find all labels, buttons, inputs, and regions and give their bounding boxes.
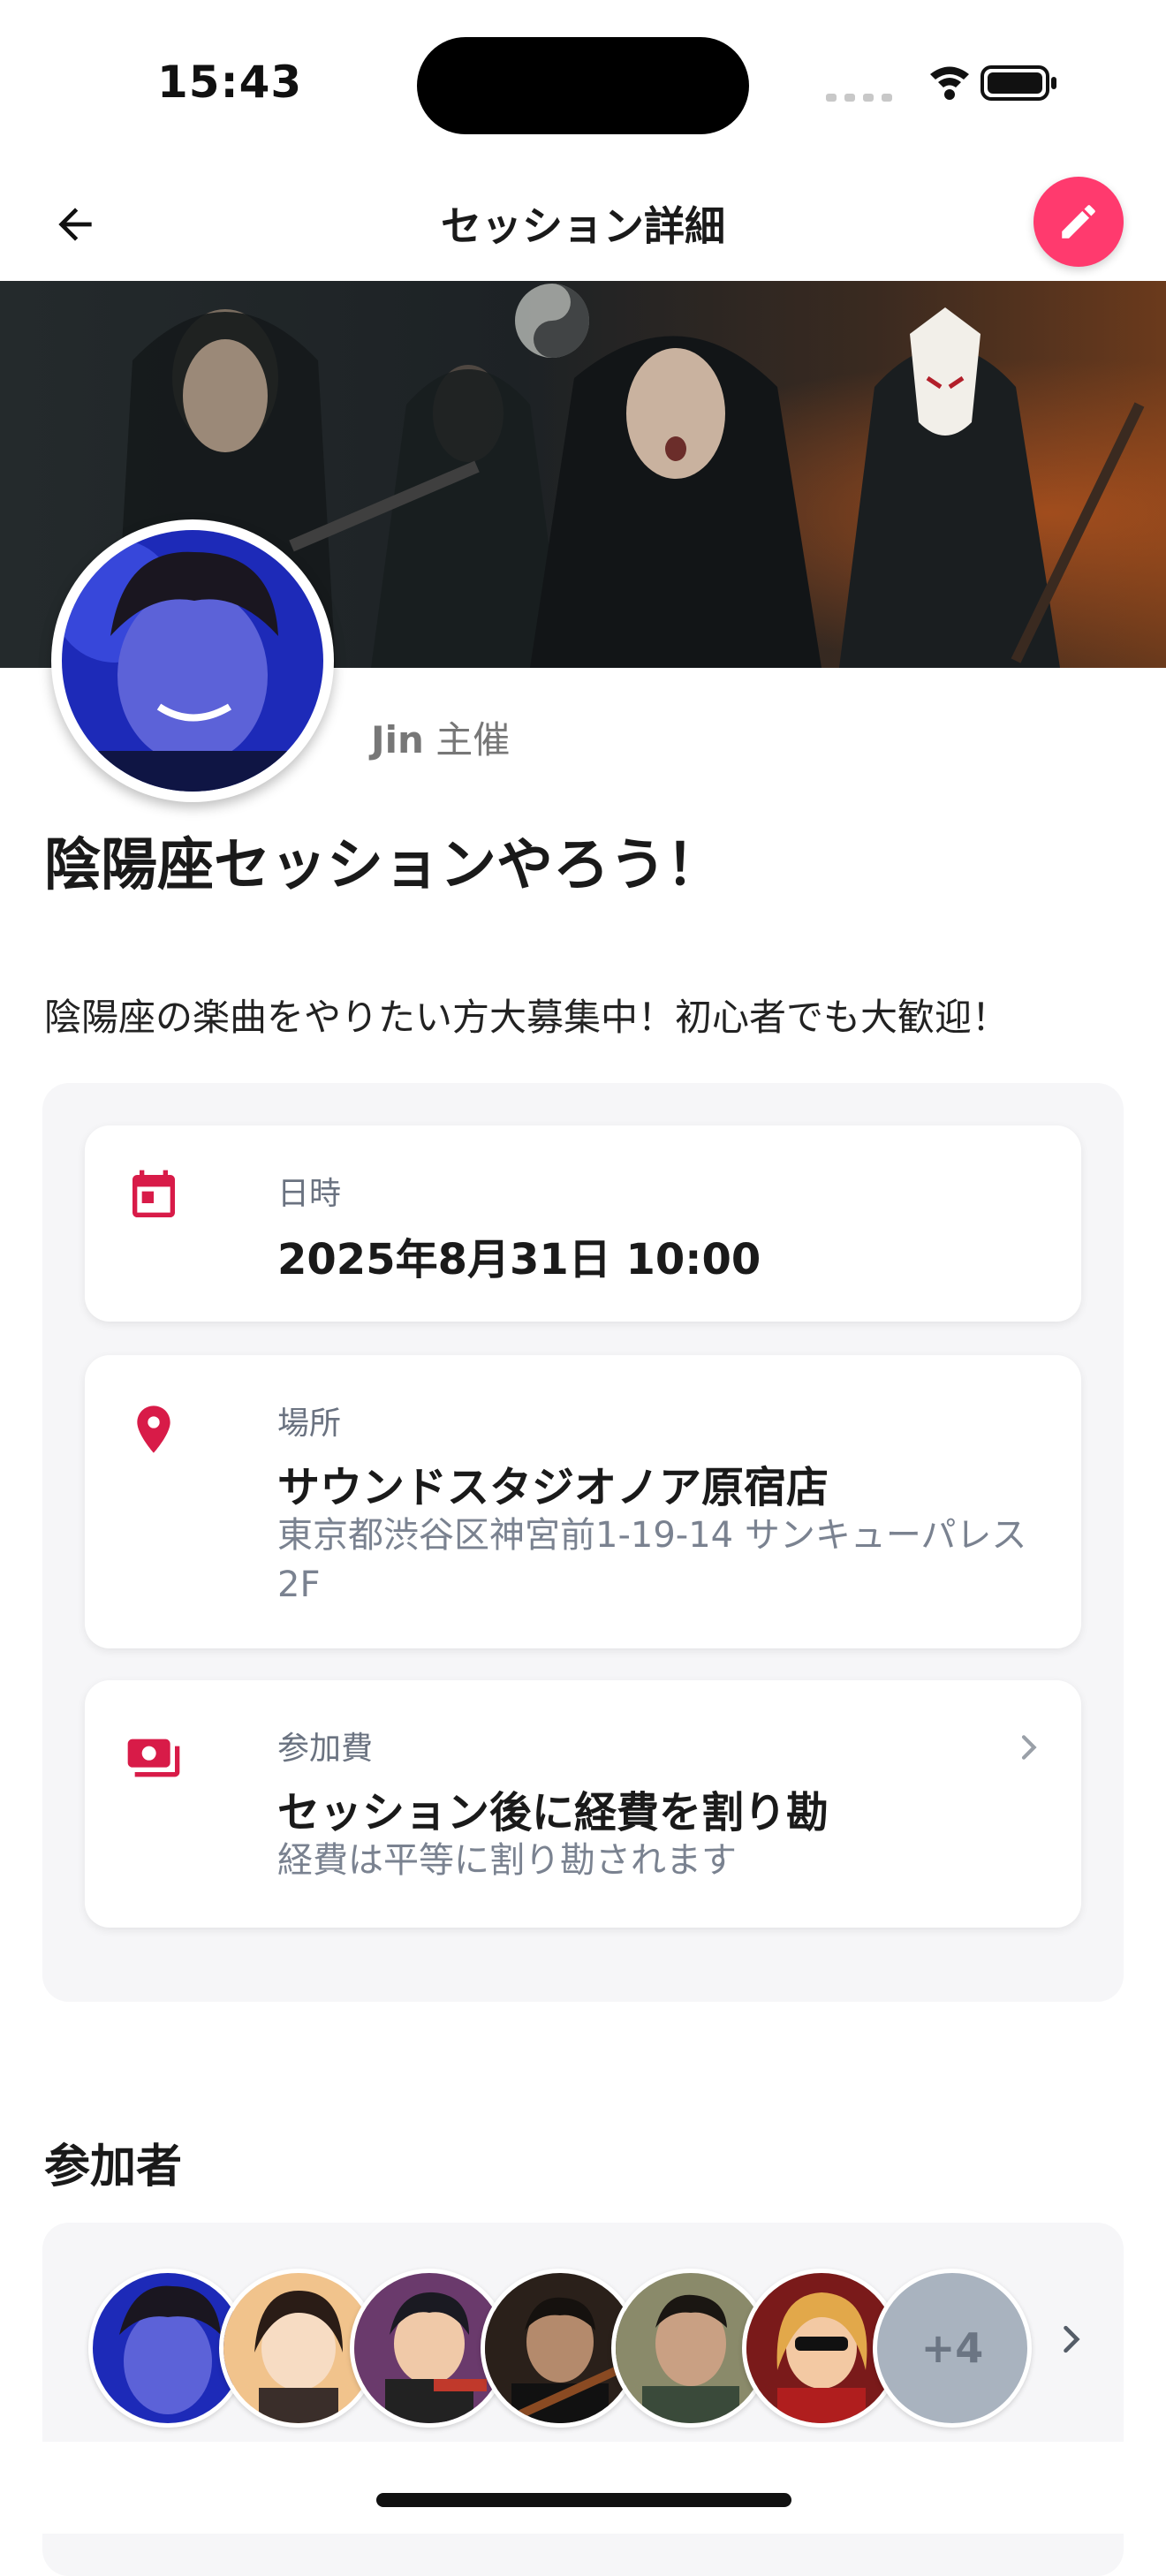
more-participants-badge[interactable]: +4 bbox=[873, 2269, 1032, 2428]
chevron-right-icon bbox=[1064, 2325, 1080, 2353]
money-icon bbox=[127, 1739, 180, 1777]
chevron-right-icon bbox=[1021, 1735, 1037, 1760]
datetime-card: 日時 2025年8月31日 10:00 bbox=[85, 1125, 1081, 1322]
fee-label: 参加費 bbox=[277, 1731, 374, 1767]
datetime-value: 2025年8月31日 10:00 bbox=[277, 1235, 761, 1284]
host-avatar-image bbox=[62, 530, 323, 792]
participant-avatars: +4 bbox=[88, 2269, 1060, 2428]
session-info-panel: 日時 2025年8月31日 10:00 場所 サウンドスタジオノア原宿店 東京都… bbox=[42, 1083, 1124, 2002]
host-suffix: 主催 bbox=[435, 718, 511, 761]
host-label: Jin 主催 bbox=[371, 710, 510, 764]
bottom-safe-area bbox=[0, 2442, 1166, 2534]
calendar-icon bbox=[132, 1170, 175, 1217]
status-icons bbox=[826, 65, 1056, 102]
status-bar: 15:43 bbox=[0, 0, 1166, 168]
session-description: 陰陽座の楽曲をやりたい方大募集中！初心者でも大歓迎！ bbox=[44, 996, 1010, 1039]
location-name: サウンドスタジオノア原宿店 bbox=[277, 1463, 829, 1512]
participants-title: 参加者 bbox=[44, 2140, 183, 2193]
signal-icon bbox=[826, 94, 892, 102]
location-label: 場所 bbox=[277, 1405, 342, 1442]
host-avatar[interactable] bbox=[51, 519, 334, 802]
home-indicator[interactable] bbox=[376, 2493, 791, 2507]
map-pin-icon bbox=[137, 1405, 170, 1453]
wifi-icon bbox=[930, 66, 969, 100]
nav-bar: セッション詳細 bbox=[0, 168, 1166, 283]
pencil-icon bbox=[1062, 205, 1095, 239]
location-address: 東京都渋谷区神宮前1-19-14 サンキューパレス2F bbox=[277, 1515, 1027, 1605]
battery-icon bbox=[980, 65, 1056, 101]
edit-button[interactable] bbox=[1034, 177, 1124, 267]
page-title: セッション詳細 bbox=[441, 202, 725, 250]
location-card[interactable]: 場所 サウンドスタジオノア原宿店 東京都渋谷区神宮前1-19-14 サンキューパ… bbox=[85, 1355, 1081, 1648]
fee-card[interactable]: 参加費 セッション後に経費を割り勘 経費は平等に割り勘されます bbox=[85, 1680, 1081, 1928]
host-name[interactable]: Jin bbox=[371, 718, 424, 761]
dynamic-island bbox=[417, 37, 749, 134]
fee-value: セッション後に経費を割り勘 bbox=[277, 1788, 829, 1837]
session-title: 陰陽座セッションやろう！ bbox=[44, 833, 723, 898]
datetime-label: 日時 bbox=[277, 1176, 342, 1212]
fee-note: 経費は平等に割り勘されます bbox=[277, 1840, 737, 1881]
status-time: 15:43 bbox=[157, 57, 303, 108]
